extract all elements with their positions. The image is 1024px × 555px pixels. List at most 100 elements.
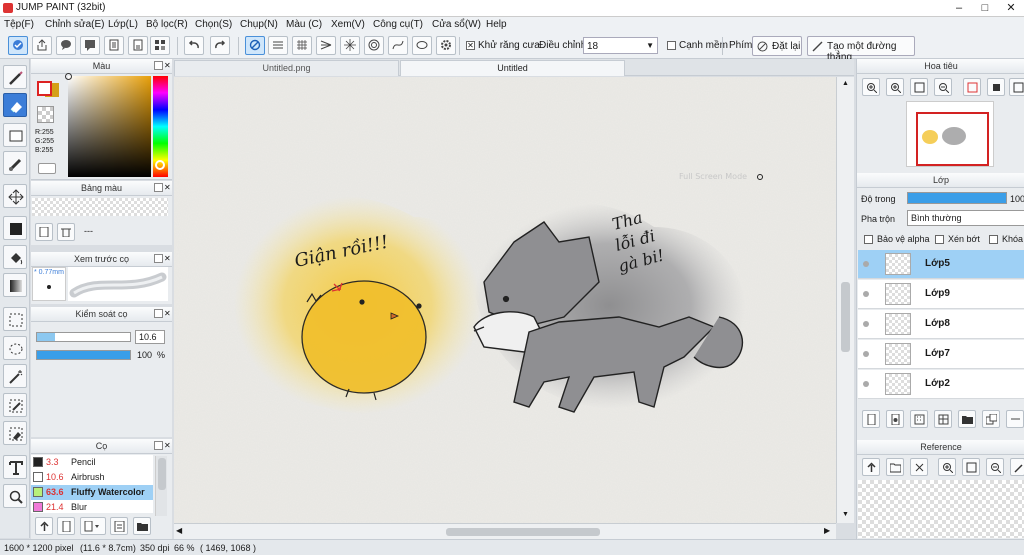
menu-help[interactable]: Help bbox=[486, 19, 507, 30]
reference-open-icon[interactable] bbox=[886, 458, 904, 476]
hue-handle[interactable] bbox=[155, 160, 165, 170]
share-icon[interactable] bbox=[32, 36, 52, 55]
move-tool-icon[interactable] bbox=[3, 184, 27, 208]
tab-untitled-png[interactable]: Untitled.png bbox=[174, 60, 399, 76]
settings-gear-icon[interactable] bbox=[436, 36, 456, 55]
layer-row[interactable]: Lớp5 bbox=[858, 250, 1024, 279]
layer-row[interactable]: Lớp9 bbox=[858, 280, 1024, 309]
minimize-button[interactable]: – bbox=[946, 0, 972, 17]
reference-zoom-in-icon[interactable] bbox=[938, 458, 956, 476]
panel-popout-icon[interactable] bbox=[154, 254, 163, 263]
reference-canvas[interactable] bbox=[858, 480, 1024, 538]
menu-view[interactable]: Xem(V) bbox=[331, 19, 365, 30]
menu-window[interactable]: Cửa sổ(W) bbox=[432, 19, 481, 30]
brush-settings-icon[interactable] bbox=[110, 517, 128, 535]
new-frame-icon[interactable] bbox=[934, 410, 952, 428]
chat-icon[interactable] bbox=[80, 36, 100, 55]
palette-swatches[interactable] bbox=[32, 198, 168, 216]
brush-tool-icon[interactable] bbox=[3, 65, 27, 89]
close-button[interactable]: ✕ bbox=[998, 0, 1024, 17]
antialias-checkbox[interactable]: ✕ bbox=[466, 41, 475, 50]
brush-menu-icon[interactable] bbox=[80, 517, 106, 535]
transparent-color-swatch[interactable] bbox=[37, 106, 54, 123]
reference-pick-color-icon[interactable] bbox=[1010, 458, 1024, 476]
comment-icon[interactable] bbox=[56, 36, 76, 55]
layer-opacity-slider[interactable] bbox=[907, 192, 1007, 204]
undo-icon[interactable] bbox=[184, 36, 204, 55]
scroll-up-arrow-icon[interactable]: ▲ bbox=[842, 80, 849, 87]
reset-button[interactable]: Đặt lại bbox=[752, 36, 802, 56]
operation-tool-icon[interactable] bbox=[3, 484, 27, 508]
rectangle-select-icon[interactable] bbox=[3, 123, 27, 147]
curve-ruler-icon[interactable] bbox=[388, 36, 408, 55]
panel-popout-icon[interactable] bbox=[154, 309, 163, 318]
scroll-right-arrow-icon[interactable]: ▶ bbox=[824, 526, 830, 535]
perspective-ruler-icon[interactable] bbox=[316, 36, 336, 55]
new-layer-icon[interactable] bbox=[862, 410, 880, 428]
menu-edit[interactable]: Chỉnh sửa(E) bbox=[45, 19, 105, 30]
menu-select[interactable]: Chọn(S) bbox=[195, 19, 232, 30]
reference-close-icon[interactable] bbox=[910, 458, 928, 476]
menu-layer[interactable]: Lớp(L) bbox=[108, 19, 138, 30]
scroll-left-arrow-icon[interactable]: ◀ bbox=[176, 526, 182, 535]
radial-ruler-icon[interactable] bbox=[340, 36, 360, 55]
clipping-checkbox[interactable] bbox=[935, 235, 944, 244]
navigator-preview[interactable] bbox=[906, 101, 994, 167]
straight-line-button[interactable]: Tạo một đường thẳng bbox=[807, 36, 915, 63]
brush-item[interactable]: 21.4 Blur bbox=[31, 500, 153, 513]
menu-color[interactable]: Màu (C) bbox=[286, 19, 322, 30]
magic-wand-icon[interactable] bbox=[3, 364, 27, 388]
hue-slider[interactable] bbox=[153, 76, 168, 177]
foreground-color-swatch[interactable] bbox=[37, 81, 52, 96]
ruler-off-icon[interactable] bbox=[245, 36, 265, 55]
duplicate-layer-icon[interactable] bbox=[982, 410, 1000, 428]
drawing-canvas[interactable]: Giận rồi!!! Tha lỗi đi gà bi! Full Scree… bbox=[174, 77, 836, 523]
layer-more-icon[interactable] bbox=[1006, 410, 1024, 428]
layer-visibility-icon[interactable] bbox=[863, 291, 869, 297]
scroll-thumb[interactable] bbox=[158, 458, 166, 490]
new-raster-layer-icon[interactable] bbox=[886, 410, 904, 428]
fit-window-icon[interactable] bbox=[910, 78, 928, 96]
new-palette-icon[interactable] bbox=[35, 223, 53, 241]
brush-item-selected[interactable]: 63.6 Fluffy Watercolor bbox=[31, 485, 153, 500]
delete-palette-icon[interactable] bbox=[57, 223, 75, 241]
reference-zoom-out-icon[interactable] bbox=[986, 458, 1004, 476]
panel-close-icon[interactable]: ✕ bbox=[164, 183, 172, 192]
eyedropper-icon[interactable] bbox=[38, 163, 56, 174]
brush-size-slider[interactable] bbox=[36, 332, 131, 342]
saturation-value-picker[interactable] bbox=[65, 73, 151, 177]
adjust-select[interactable]: 18 ▼ bbox=[583, 37, 658, 54]
layer-row[interactable]: Lớp2 bbox=[858, 370, 1024, 399]
reference-fit-icon[interactable] bbox=[962, 458, 980, 476]
brush-list-scrollbar[interactable] bbox=[155, 456, 167, 516]
horizontal-scrollbar[interactable]: ◀ ▶ bbox=[174, 523, 836, 539]
menu-tools[interactable]: Công cụ(T) bbox=[373, 19, 423, 30]
brush-folder-icon[interactable] bbox=[133, 517, 151, 535]
vertical-scroll-thumb[interactable] bbox=[841, 282, 850, 352]
zoom-in-icon[interactable] bbox=[886, 78, 904, 96]
text-tool-icon[interactable] bbox=[3, 455, 27, 479]
vertical-scrollbar[interactable]: ▲ ▼ bbox=[836, 77, 854, 523]
panel-close-icon[interactable]: ✕ bbox=[164, 254, 172, 263]
brush-size-input[interactable]: 10.6 bbox=[135, 330, 165, 344]
menu-file[interactable]: Tệp(F) bbox=[4, 19, 34, 30]
grid-layout-icon[interactable] bbox=[150, 36, 170, 55]
protect-alpha-checkbox[interactable] bbox=[864, 235, 873, 244]
select-pen-icon[interactable] bbox=[3, 393, 27, 417]
marquee-select-icon[interactable] bbox=[3, 307, 27, 331]
brush-item[interactable]: 10.6 Airbrush bbox=[31, 470, 153, 485]
zoom-in-icon[interactable] bbox=[862, 78, 880, 96]
select-eraser-icon[interactable] bbox=[3, 421, 27, 445]
blend-brush-icon[interactable] bbox=[3, 151, 27, 175]
soft-edge-checkbox[interactable] bbox=[667, 41, 676, 50]
panel-popout-icon[interactable] bbox=[154, 441, 163, 450]
grid-ruler-icon[interactable] bbox=[292, 36, 312, 55]
layer-visibility-icon[interactable] bbox=[863, 321, 869, 327]
scroll-down-arrow-icon[interactable]: ▼ bbox=[842, 511, 849, 518]
menu-capture[interactable]: Chụp(N) bbox=[240, 19, 278, 30]
blend-mode-select[interactable]: Bình thường bbox=[907, 210, 1024, 226]
layer-visibility-icon[interactable] bbox=[863, 261, 869, 267]
layer-folder-icon[interactable] bbox=[958, 410, 976, 428]
brush-item[interactable]: 3.3 Pencil bbox=[31, 455, 153, 470]
ellipse-ruler-icon[interactable] bbox=[412, 36, 432, 55]
